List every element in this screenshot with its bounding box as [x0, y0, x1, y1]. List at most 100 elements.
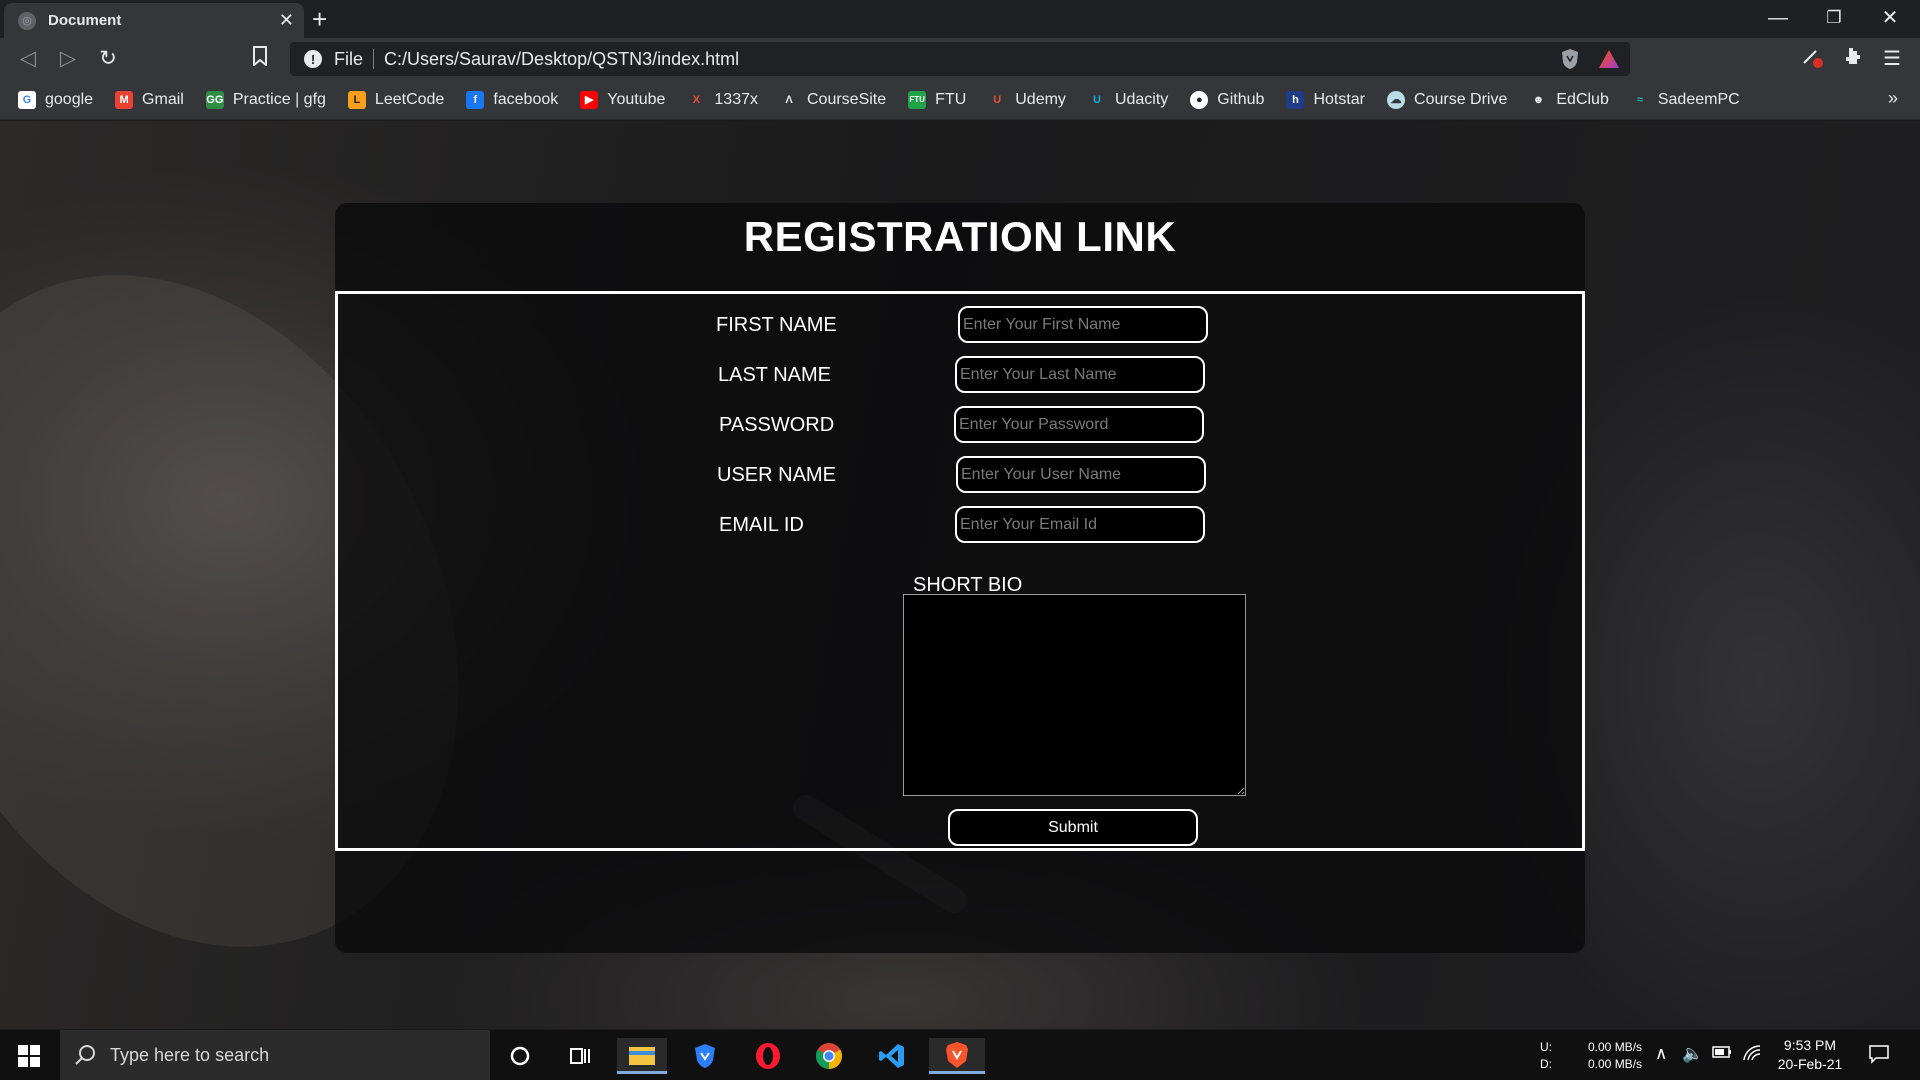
chrome-icon[interactable] — [804, 1038, 854, 1074]
task-view-icon[interactable] — [555, 1038, 605, 1074]
reload-icon[interactable]: ↻ — [94, 46, 122, 72]
bookmark-label: Practice | gfg — [232, 90, 326, 108]
facebook-icon: f — [466, 90, 485, 109]
bookmark-leetcode[interactable]: L LeetCode — [347, 90, 445, 109]
notification-center-icon[interactable] — [1868, 1044, 1890, 1069]
bookmark-udemy[interactable]: U Udemy — [988, 90, 1066, 109]
url-text[interactable]: C:/Users/Saurav/Desktop/QSTN3/index.html — [384, 49, 739, 70]
user-name-label: USER NAME — [717, 464, 836, 486]
upload-speed: 0.00 MB/s — [1588, 1040, 1643, 1054]
brave-rewards-icon[interactable] — [1598, 48, 1620, 70]
clock-time: 9:53 PM — [1783, 1037, 1837, 1053]
brave-shield-icon[interactable] — [1560, 48, 1580, 70]
bookmark-label: Youtube — [607, 90, 666, 108]
windows-start-icon[interactable] — [18, 1045, 40, 1067]
restore-button[interactable]: ❐ — [1806, 2, 1862, 34]
password-label: PASSWORD — [719, 414, 835, 436]
youtube-icon: ▶ — [580, 90, 599, 109]
file-explorer-icon[interactable] — [617, 1038, 667, 1074]
password-input[interactable] — [954, 406, 1204, 443]
download-label: D: — [1540, 1057, 1552, 1071]
address-bar[interactable]: ! File C:/Users/Saurav/Desktop/QSTN3/ind… — [290, 42, 1630, 76]
search-placeholder: Type here to search — [110, 1044, 270, 1065]
bookmark-label: Course Drive — [1414, 90, 1508, 108]
globe-icon: ◎ — [18, 11, 36, 30]
submit-button[interactable]: Submit — [948, 809, 1198, 846]
bookmark-facebook[interactable]: f facebook — [466, 90, 559, 109]
registration-form: FIRST NAME LAST NAME PASSWORD USER NAME … — [335, 291, 1585, 851]
course-drive-icon: ☁ — [1387, 90, 1406, 109]
more-bookmarks-icon[interactable]: » — [1888, 88, 1898, 109]
last-name-input[interactable] — [955, 356, 1205, 393]
search-icon — [75, 1045, 95, 1065]
brave-browser-icon[interactable] — [929, 1038, 985, 1074]
bookmark-ftu[interactable]: FTU FTU — [908, 90, 966, 109]
wifi-icon[interactable] — [1742, 1044, 1762, 1067]
browser-titlebar: ◎ Document ✕ + — ❐ ✕ — [0, 0, 1920, 38]
registration-card: REGISTRATION LINK FIRST NAME LAST NAME P… — [335, 203, 1585, 953]
taskbar-search[interactable]: Type here to search — [60, 1030, 490, 1080]
edclub-icon: ☻ — [1529, 90, 1548, 109]
bookmark-label: 1337x — [714, 90, 758, 108]
opera-icon[interactable] — [743, 1038, 793, 1074]
bookmark-icon[interactable] — [246, 46, 274, 73]
bookmark-label: SadeemPC — [1657, 90, 1740, 108]
user-name-input[interactable] — [956, 456, 1206, 493]
vscode-icon[interactable] — [867, 1038, 917, 1074]
chevron-up-icon[interactable]: ∧ — [1655, 1044, 1667, 1064]
bookmark-google[interactable]: Ggoogle — [18, 90, 93, 109]
email-label: EMAIL ID — [719, 514, 804, 536]
close-window-button[interactable]: ✕ — [1862, 2, 1918, 34]
udemy-icon: U — [988, 90, 1007, 109]
hotstar-icon: h — [1286, 90, 1305, 109]
volume-icon[interactable]: 🔈 — [1682, 1044, 1703, 1064]
google-icon: G — [18, 90, 36, 109]
bookmark-github[interactable]: ● Github — [1190, 90, 1265, 109]
bookmark-gmail[interactable]: M Gmail — [115, 90, 184, 109]
network-speed-labels: U: D: — [1540, 1039, 1552, 1073]
system-clock[interactable]: 9:53 PM 20-Feb-21 — [1770, 1036, 1850, 1074]
1337x-icon: X — [687, 90, 706, 109]
bookmark-edclub[interactable]: ☻ EdClub — [1529, 90, 1609, 109]
info-icon[interactable]: ! — [304, 50, 322, 68]
bookmark-udacity[interactable]: U Udacity — [1087, 90, 1169, 109]
bookmark-label: Udacity — [1114, 90, 1169, 108]
browser-tab[interactable]: ◎ Document ✕ — [4, 3, 304, 38]
bookmark-youtube[interactable]: ▶ Youtube — [580, 90, 666, 109]
first-name-label: FIRST NAME — [716, 314, 837, 336]
bookmark-gfg[interactable]: GG Practice | gfg — [205, 90, 326, 109]
page-title: REGISTRATION LINK — [743, 213, 1177, 260]
url-separator — [373, 49, 375, 69]
new-tab-button[interactable]: + — [312, 4, 327, 34]
first-name-input[interactable] — [958, 306, 1208, 343]
windows-taskbar: Type here to search U: D: 0.00 MB/s 0.00… — [0, 1030, 1920, 1080]
email-input[interactable] — [955, 506, 1205, 543]
coursesite-icon: Λ — [779, 90, 798, 109]
bookmark-label: Gmail — [142, 90, 184, 108]
bookmark-1337x[interactable]: X 1337x — [687, 90, 758, 109]
bookmark-hotstar[interactable]: h Hotstar — [1286, 90, 1365, 109]
short-bio-textarea[interactable] — [903, 594, 1246, 796]
udacity-icon: U — [1087, 90, 1106, 109]
menu-icon[interactable]: ☰ — [1878, 46, 1906, 71]
cortana-icon[interactable] — [495, 1038, 545, 1074]
tab-close-icon[interactable]: ✕ — [279, 10, 294, 31]
back-icon[interactable]: ◁ — [14, 46, 42, 72]
extensions-puzzle-icon[interactable] — [1838, 46, 1866, 72]
extension-pen-icon[interactable] — [1798, 46, 1826, 74]
bookmark-label: LeetCode — [374, 90, 445, 108]
bookmark-label: facebook — [493, 90, 559, 108]
bookmark-sadeempc[interactable]: ≈ SadeemPC — [1630, 90, 1740, 109]
bookmark-course-drive[interactable]: ☁ Course Drive — [1387, 90, 1508, 109]
sadeempc-icon: ≈ — [1630, 90, 1649, 109]
minimize-button[interactable]: — — [1750, 2, 1806, 34]
bookmark-label: EdClub — [1556, 90, 1609, 108]
download-speed: 0.00 MB/s — [1588, 1057, 1643, 1071]
bookmark-label: Github — [1217, 90, 1265, 108]
forward-icon[interactable]: ▷ — [54, 46, 82, 72]
brave-shield-taskbar-icon[interactable] — [680, 1038, 730, 1074]
battery-icon[interactable] — [1712, 1044, 1732, 1064]
bookmarks-bar: Ggoogle M Gmail GG Practice | gfg L LeetCod… — [0, 80, 1920, 120]
gmail-icon: M — [115, 90, 134, 109]
bookmark-coursesite[interactable]: Λ CourseSite — [779, 90, 886, 109]
